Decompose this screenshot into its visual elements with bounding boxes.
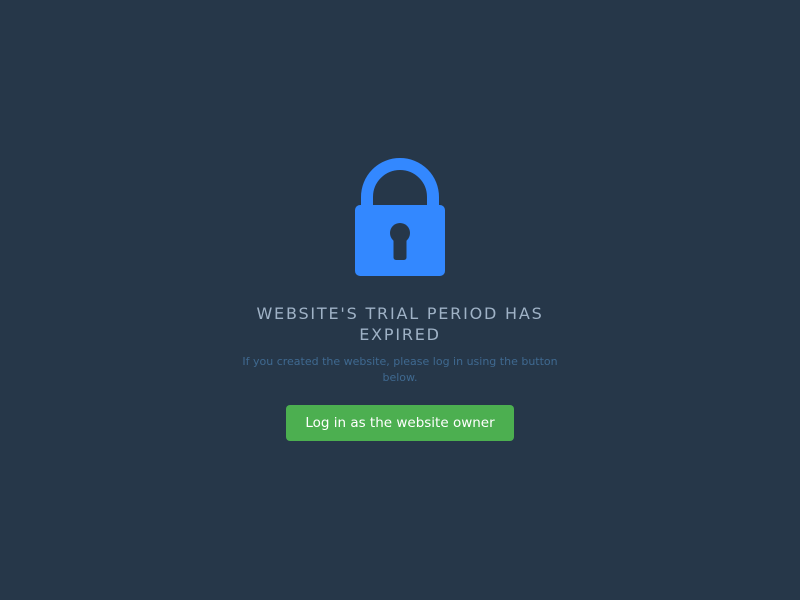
keyhole-slot xyxy=(393,235,407,260)
lock-icon xyxy=(355,158,445,276)
description-line1: If you created the website, please log i… xyxy=(242,355,558,368)
login-as-owner-button[interactable]: Log in as the website owner xyxy=(286,405,514,441)
page-title-line1: WEBSITE'S TRIAL PERIOD HAS xyxy=(256,304,544,323)
description-line2: below. xyxy=(382,371,418,384)
page-title: WEBSITE'S TRIAL PERIOD HAS EXPIRED xyxy=(200,303,600,345)
lock-shackle xyxy=(361,158,439,207)
trial-expired-page: WEBSITE'S TRIAL PERIOD HAS EXPIRED If yo… xyxy=(0,0,800,600)
page-title-line2: EXPIRED xyxy=(359,325,441,344)
description-text: If you created the website, please log i… xyxy=(230,354,570,386)
